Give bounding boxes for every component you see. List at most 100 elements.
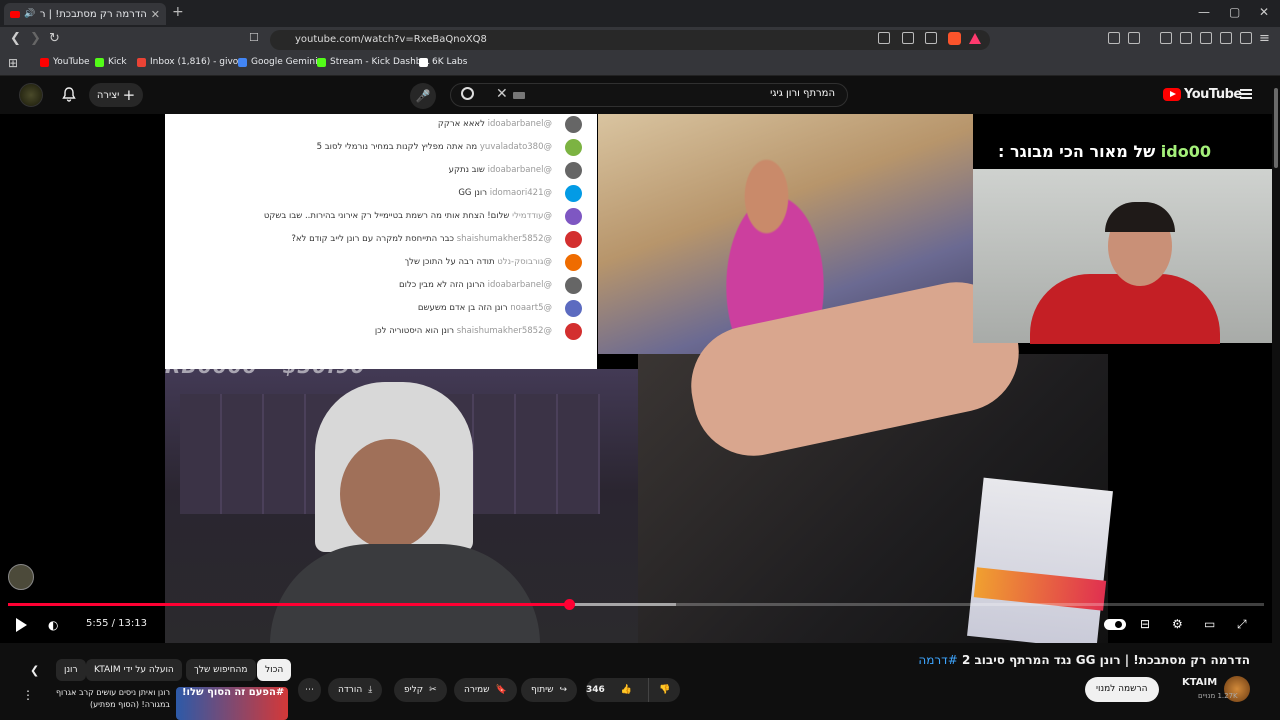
extensions-icon[interactable] (1108, 32, 1120, 44)
chip-from-search[interactable]: מהחיפוש שלך (186, 659, 256, 681)
search-icon[interactable] (461, 87, 474, 100)
scrollbar-thumb[interactable] (1274, 88, 1278, 168)
youtube-favicon-icon (10, 10, 20, 18)
chat-username: @idoabarbanel (487, 165, 552, 175)
subscribe-button[interactable]: הרשמה למנוי (1085, 677, 1159, 702)
search-box[interactable]: ✕ המרתף ורון גיגי (450, 83, 848, 107)
video-title-text: הדרמה רק מסתבכת! | רונן GG נגד המרתף סיב… (961, 653, 1250, 667)
driver-license-card (967, 477, 1113, 643)
chat-avatar (565, 323, 582, 340)
bookmark-6k-labs[interactable]: 6K Labs (419, 57, 467, 67)
scrubber-handle[interactable] (564, 599, 575, 610)
brave-shield-icon[interactable] (948, 32, 961, 45)
vpn-icon[interactable] (1240, 32, 1252, 44)
search-input[interactable]: המרתף ורון גיגי (770, 88, 835, 99)
minimize-button[interactable]: — (1198, 5, 1210, 19)
subtitles-icon[interactable]: ⊟ (1140, 617, 1150, 631)
more-actions-button[interactable]: ⋯ (298, 678, 321, 702)
chat-avatar (565, 231, 582, 248)
media-icon[interactable] (1160, 32, 1172, 44)
forward-icon[interactable]: ❯ (30, 31, 41, 46)
recommendation-menu-icon[interactable]: ⋮ (22, 688, 34, 702)
browser-menu-icon[interactable]: ≡ (1259, 31, 1270, 46)
video-player[interactable]: @idoabarbanel לאאא ארקק @yuvaladato380 מה… (0, 114, 1272, 643)
sidebar-panel-icon[interactable] (1128, 32, 1140, 44)
bookmark-label: Inbox (1,816) - givo... (150, 57, 247, 67)
bookmark-kick-dashboard[interactable]: Stream - Kick Dashb... (317, 57, 430, 67)
youtube-bookmark-icon (40, 57, 49, 67)
new-tab-button[interactable]: + (172, 4, 184, 20)
browser-tab[interactable]: ✕ הדרמה רק מסתבכת! | רונן GG 🔊 (4, 3, 166, 25)
chips-scroll-left-icon[interactable]: ❮ (30, 664, 39, 677)
hashtag-link[interactable]: #דרמה (918, 653, 957, 667)
cast-icon[interactable] (902, 32, 914, 44)
webcam-caption: ido00 של מאור הכי מבוגר : (998, 142, 1211, 161)
webcam-caption-name: ido00 (1160, 142, 1211, 161)
clear-search-icon[interactable]: ✕ (496, 86, 508, 102)
account-avatar[interactable] (19, 83, 43, 107)
chip-ronen[interactable]: רונן (56, 659, 86, 681)
chat-text: תודה רבה על התוכן שלך (404, 257, 495, 267)
close-window-button[interactable]: ✕ (1259, 5, 1269, 19)
gmail-bookmark-icon (137, 57, 146, 67)
wallet-icon[interactable] (1200, 32, 1212, 44)
browser-tab-bar (0, 0, 1280, 27)
translate-icon[interactable] (878, 32, 890, 44)
chat-avatar (565, 185, 582, 202)
channel-watermark[interactable] (8, 564, 34, 590)
viewer-red-shirt (1030, 274, 1220, 344)
autoplay-toggle[interactable] (1104, 619, 1126, 630)
create-button[interactable]: + יצירה (89, 83, 143, 107)
chat-username: @noaart5 (510, 303, 552, 313)
thumbnail-text: #הפעם זה הסוף שלו! (182, 687, 285, 698)
close-tab-icon[interactable]: ✕ (151, 8, 160, 21)
maximize-button[interactable]: ▢ (1229, 5, 1240, 19)
bookmark-youtube[interactable]: YouTube (40, 57, 90, 67)
livestream-chat-overlay: @idoabarbanel לאאא ארקק @yuvaladato380 מה… (165, 114, 597, 369)
recommended-video-thumbnail[interactable]: #הפעם זה הסוף שלו! (176, 687, 288, 720)
settings-gear-icon[interactable]: ⚙ (1172, 617, 1183, 631)
chat-message: @idomaori421 רונן GG (458, 188, 552, 198)
brave-rewards-icon[interactable] (969, 33, 981, 44)
chat-username: @idoabarbanel (487, 280, 552, 290)
like-button[interactable]: 👍 (621, 678, 642, 702)
fullscreen-icon[interactable]: ⤢ (1237, 617, 1247, 632)
chat-avatar (565, 277, 582, 294)
chat-username: @עודדמילי (512, 211, 552, 221)
scissors-icon: ✂ (429, 685, 437, 695)
chip-uploaded-by[interactable]: הועלה על ידי KTAIM (86, 659, 182, 681)
download-button[interactable]: ⤓ הורדה (328, 678, 383, 702)
bookmark-inbox[interactable]: Inbox (1,816) - givo... (137, 57, 247, 67)
chip-all[interactable]: הכול (257, 659, 292, 681)
hamburger-menu-icon[interactable] (1240, 89, 1252, 99)
save-button[interactable]: 🔖 שמירה (454, 678, 517, 702)
back-icon[interactable]: ❮ (10, 31, 21, 46)
bookmark-gemini[interactable]: Google Gemini (238, 57, 318, 67)
share-page-icon[interactable] (925, 32, 937, 44)
play-icon[interactable] (16, 618, 27, 632)
volume-icon[interactable]: ◐ (48, 618, 58, 632)
bookmark-page-icon[interactable]: ☐ (249, 31, 259, 44)
youtube-logo[interactable]: YouTube (1163, 87, 1242, 102)
speaker-icon[interactable]: 🔊 (24, 9, 35, 19)
chat-message: @shaishumakher5852 רונן הוא היסטוריה לכן (375, 326, 552, 336)
theater-mode-icon[interactable]: ▭ (1204, 617, 1215, 631)
channel-name[interactable]: KTAIM (1182, 677, 1217, 688)
page-scrollbar[interactable] (1272, 76, 1280, 720)
chat-text: מה אתה מפליץ לקנות במחיר נורמלי לסוב 5 (316, 142, 478, 152)
reading-list-icon[interactable] (1180, 32, 1192, 44)
chat-username: @shaishumakher5852 (456, 326, 552, 336)
reload-icon[interactable]: ↻ (49, 31, 60, 46)
apps-grid-icon[interactable]: ⊞ (8, 56, 18, 70)
recommended-video-title[interactable]: רונן ואיתן ניסים עושים קרב אגרוף במגורה!… (40, 687, 170, 711)
share-button[interactable]: ↪ שיתוף (521, 678, 578, 702)
bookmark-icon: 🔖 (495, 685, 507, 695)
voice-search-icon[interactable]: 🎤 (410, 83, 436, 109)
notifications-bell-icon[interactable] (62, 87, 76, 102)
webcam-caption-prefix: של מאור הכי מבוגר : (998, 142, 1156, 161)
leo-ai-icon[interactable] (1220, 32, 1232, 44)
dislike-button[interactable]: 👎 (648, 678, 680, 702)
bookmark-kick[interactable]: Kick (95, 57, 127, 67)
clip-button[interactable]: ✂ קליפ (394, 678, 447, 702)
keyboard-icon[interactable] (513, 92, 525, 99)
